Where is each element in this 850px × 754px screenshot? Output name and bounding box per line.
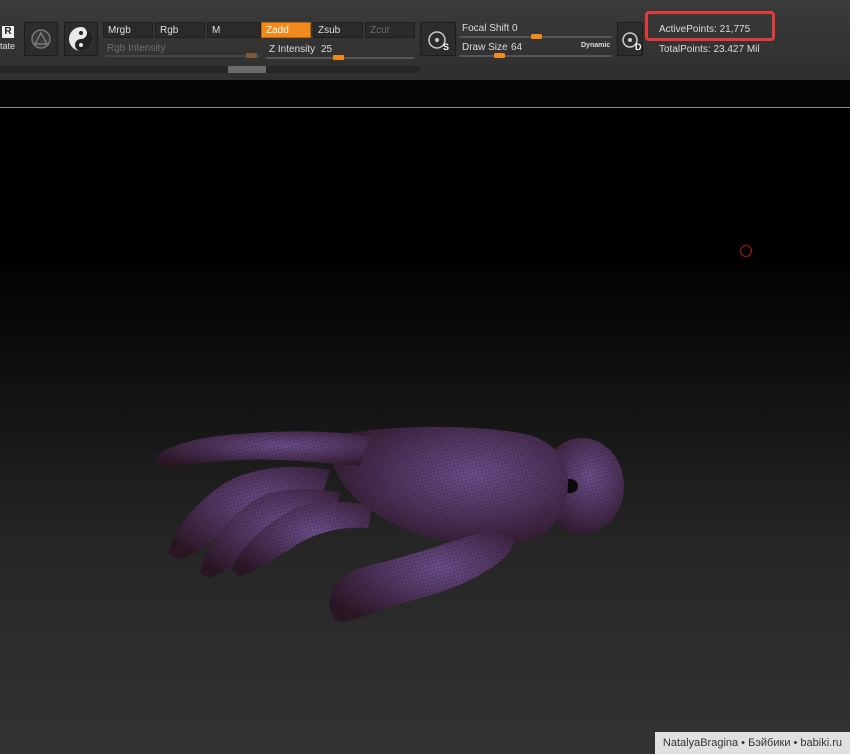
canvas-viewport[interactable]: [0, 108, 850, 754]
z-intensity-slider[interactable]: Z Intensity 25: [266, 43, 416, 61]
focal-shift-knob[interactable]: [531, 34, 542, 39]
brush-icon-letter: D: [635, 42, 642, 52]
zadd-button[interactable]: Zadd: [261, 22, 311, 38]
toolbar-scroll-thumb[interactable]: [228, 66, 266, 73]
total-points: TotalPoints: 23.427 Mil: [659, 44, 760, 55]
sphere-icon: [69, 27, 93, 51]
brush-button[interactable]: D: [617, 22, 643, 56]
zsub-button[interactable]: Zsub: [313, 22, 363, 38]
dynamic-toggle[interactable]: Dynamic: [581, 42, 610, 49]
m-button[interactable]: M: [207, 22, 261, 38]
rgb-intensity-track: [105, 55, 260, 57]
draw-size-track: [459, 55, 612, 57]
target-icon: [428, 31, 446, 49]
z-intensity-value: 25: [321, 44, 333, 55]
hand-mesh-model: [155, 426, 624, 623]
secondary-strip: [0, 80, 850, 108]
draw-size-label: Draw Size: [462, 42, 508, 53]
focal-shift-label: Focal Shift: [462, 23, 510, 34]
z-intensity-label: Z Intensity: [269, 44, 316, 55]
edit-toggle-button[interactable]: [24, 22, 58, 56]
mrgb-button[interactable]: Mrgb: [103, 22, 153, 38]
triangle-circle-icon: [31, 29, 51, 49]
rgb-intensity-knob[interactable]: [246, 53, 257, 58]
rotate-button[interactable]: R tate: [0, 22, 18, 56]
rgb-intensity-slider[interactable]: [105, 52, 260, 60]
draw-size-slider[interactable]: Draw Size 64 Dynamic: [459, 41, 614, 59]
watermark: NatalyaBragina • Бэйбики • babiki.ru: [654, 732, 850, 754]
toolbar-scroll-track[interactable]: [0, 66, 420, 73]
focal-shift-value: 0: [512, 23, 518, 34]
draw-size-value: 64: [511, 42, 523, 53]
focal-shift-slider[interactable]: Focal Shift 0: [459, 22, 614, 40]
material-button[interactable]: [64, 22, 98, 56]
draw-size-knob[interactable]: [494, 53, 505, 58]
rotate-label: tate: [0, 41, 16, 51]
zcut-button[interactable]: Zcut: [365, 22, 415, 38]
z-intensity-knob[interactable]: [333, 55, 344, 60]
active-points-highlight: [645, 11, 775, 41]
stroke-button[interactable]: S: [420, 22, 456, 56]
rgb-button[interactable]: Rgb: [155, 22, 205, 38]
rotate-icon: R: [2, 26, 14, 38]
top-toolbar: R tate Mrgb Rgb M Zadd Zsub Zcut Rgb Int…: [0, 0, 850, 81]
brush-cursor: [740, 245, 752, 257]
stroke-icon-letter: S: [443, 42, 450, 52]
